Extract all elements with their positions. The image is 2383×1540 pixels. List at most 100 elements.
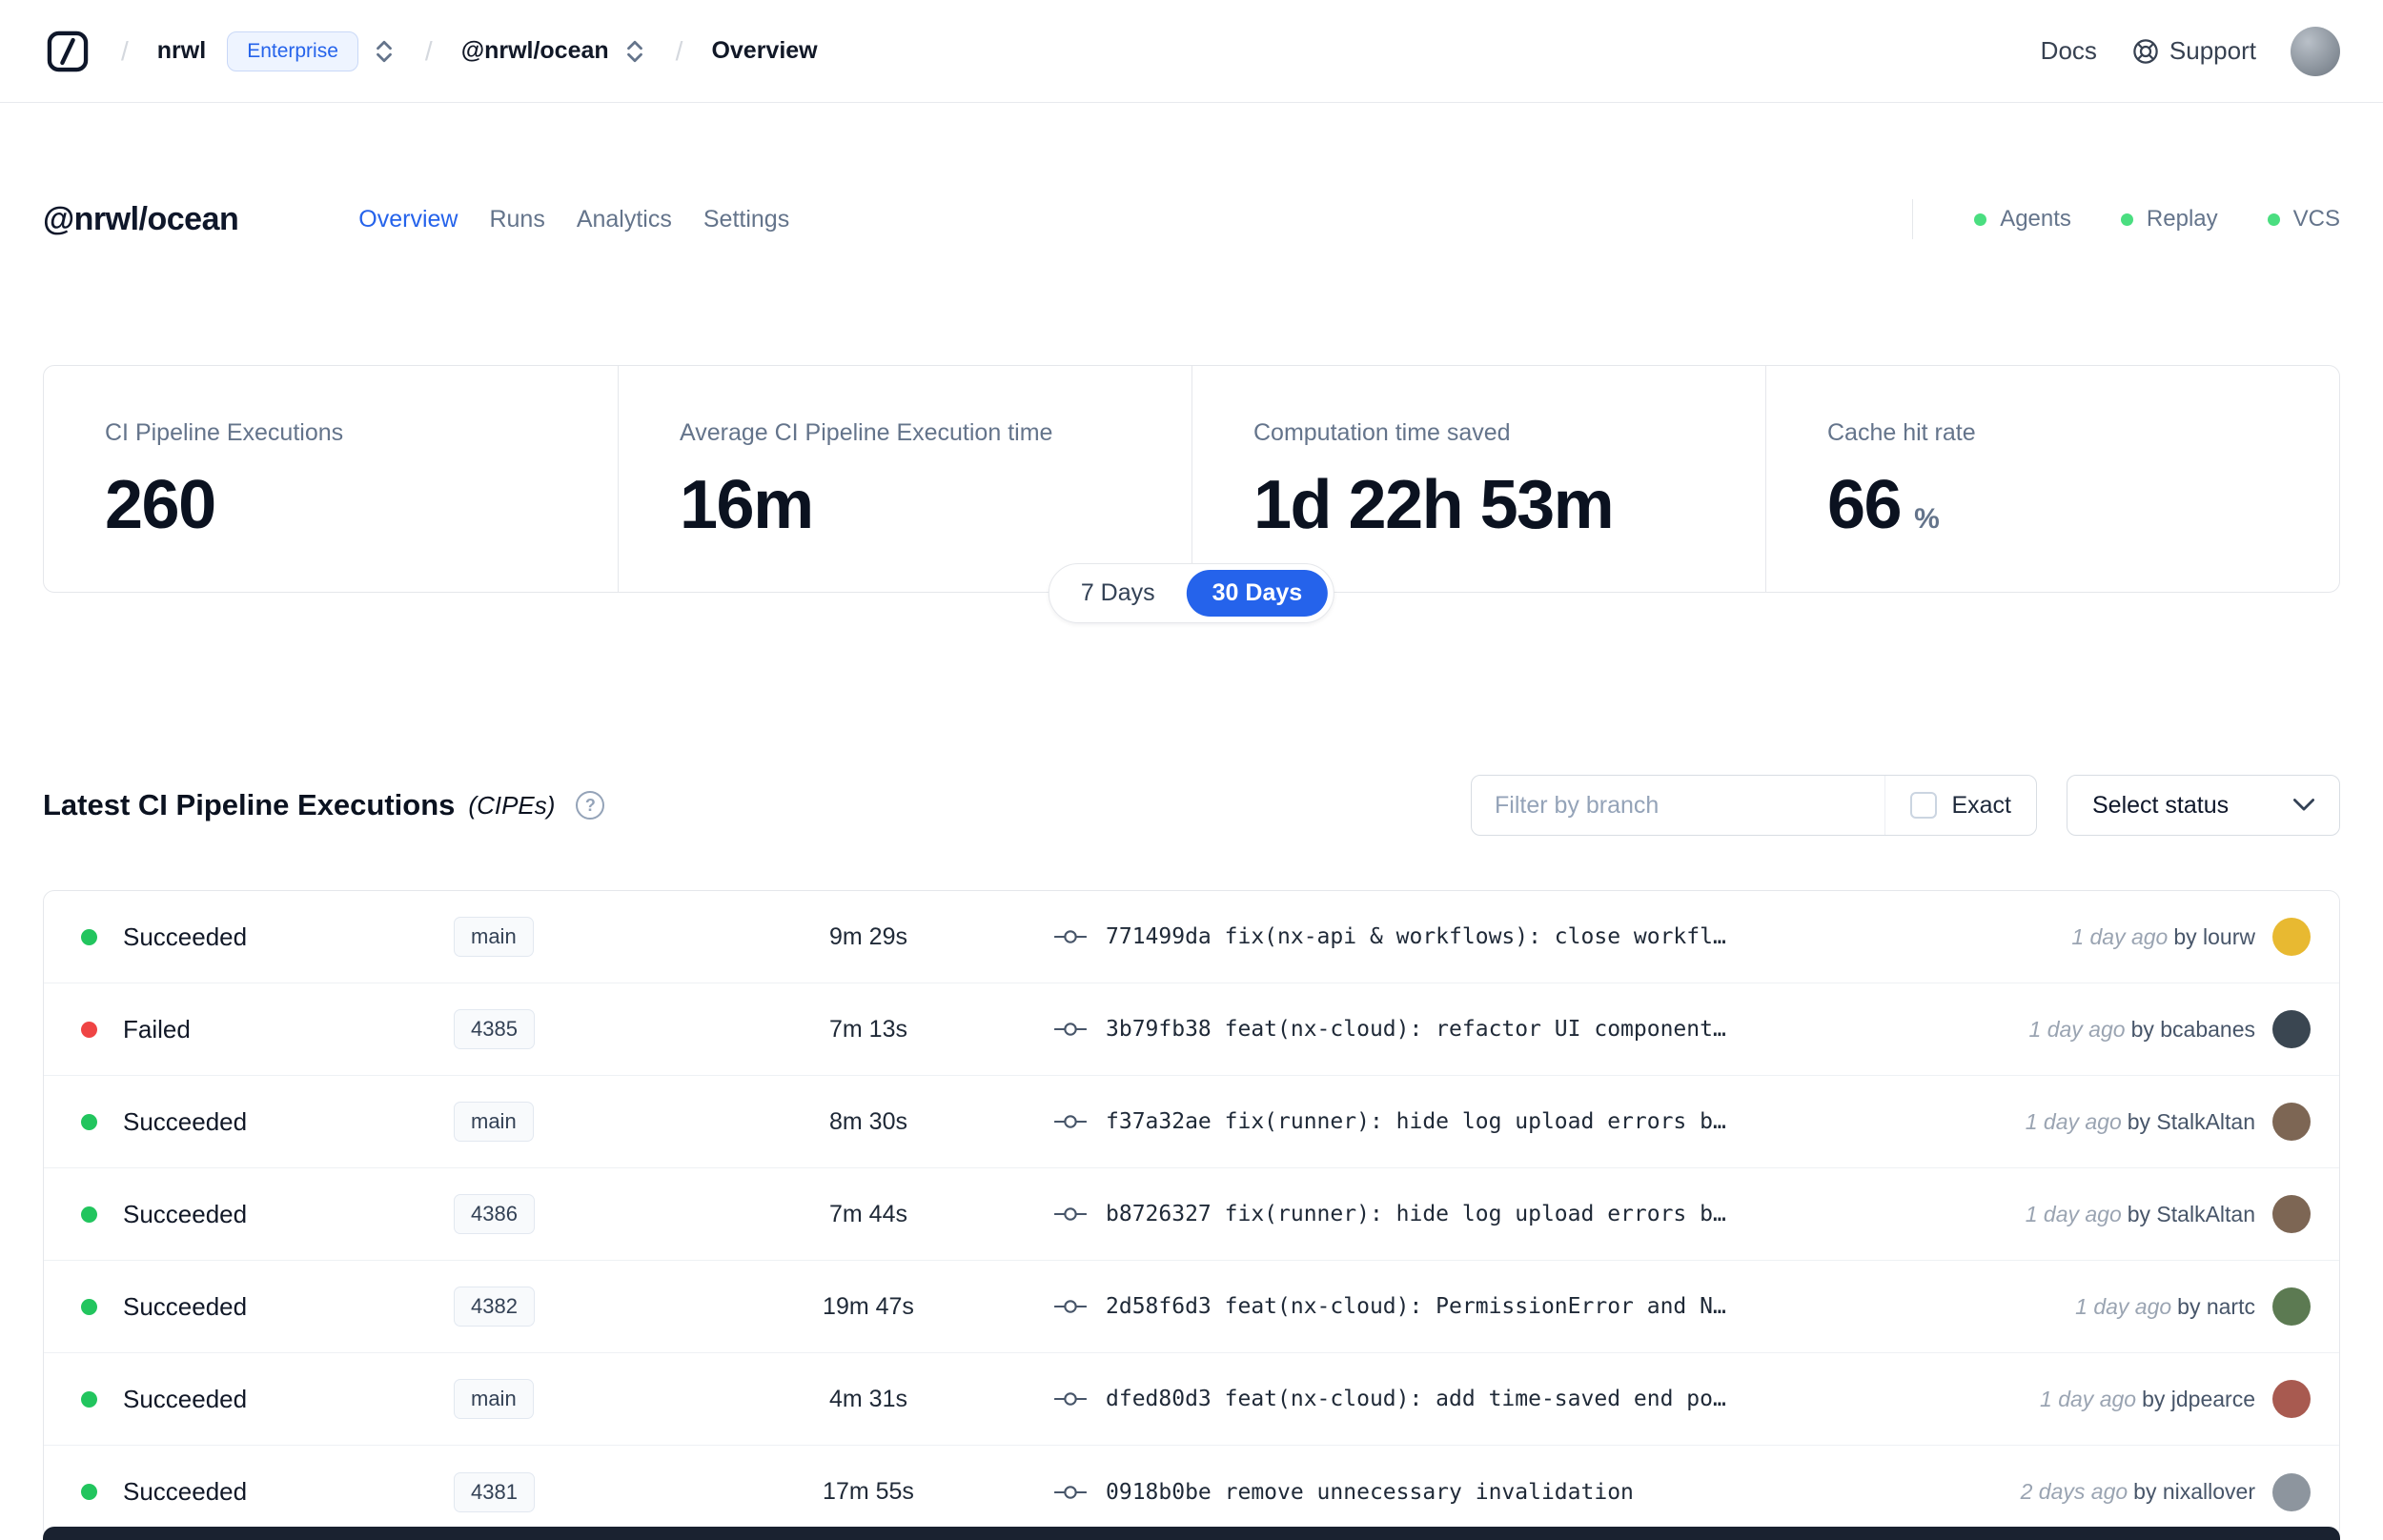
status-dot — [81, 1021, 97, 1038]
branch-cell: 4386 — [454, 1194, 711, 1234]
range-30-days-button[interactable]: 30 Days — [1186, 570, 1329, 617]
indicator-label: Replay — [2146, 206, 2218, 232]
breadcrumb-separator: / — [121, 35, 129, 66]
navbar-actions: Docs Support — [2041, 26, 2340, 76]
git-commit-icon — [1054, 1389, 1087, 1408]
workspace-switcher-chevrons-icon[interactable] — [622, 39, 647, 64]
nx-cloud-logo[interactable] — [43, 27, 92, 76]
duration-cell: 17m 55s — [823, 1478, 914, 1505]
meta-cell: 1 day ago by lourw — [2071, 918, 2311, 956]
branch-badge: 4385 — [454, 1009, 535, 1049]
exact-match-segment: Exact — [1884, 776, 2036, 835]
tab-analytics[interactable]: Analytics — [577, 206, 672, 233]
branch-cell: 4382 — [454, 1287, 711, 1327]
support-link[interactable]: Support — [2131, 36, 2256, 66]
author: by StalkAltan — [2127, 1201, 2255, 1226]
help-icon[interactable]: ? — [576, 791, 605, 820]
branch-badge: main — [454, 1379, 534, 1419]
status-cell: Succeeded — [81, 1292, 454, 1322]
commit-message: 771499da fix(nx-api & workflows): close … — [1106, 924, 1726, 949]
green-status-dot — [2267, 213, 2280, 226]
tab-settings[interactable]: Settings — [703, 206, 789, 233]
author: by nartc — [2177, 1293, 2255, 1319]
branch-badge: 4381 — [454, 1471, 535, 1512]
breadcrumb-workspace[interactable]: @nrwl/ocean — [461, 37, 609, 65]
status-label: Succeeded — [123, 1384, 248, 1413]
relative-time: 2 days ago — [2020, 1479, 2128, 1504]
breadcrumb-org[interactable]: nrwl — [157, 37, 206, 65]
workspace-header: @nrwl/ocean Overview Runs Analytics Sett… — [43, 194, 2340, 244]
cipe-row[interactable]: Succeeded 4381 17m 55s 0918b0be remove u… — [44, 1446, 2339, 1538]
commit-cell: dfed80d3 feat(nx-cloud): add time-saved … — [1054, 1387, 2011, 1411]
stat-label: Computation time saved — [1253, 419, 1511, 446]
stat-value: 66% — [1827, 467, 1940, 543]
stat-label: Average CI Pipeline Execution time — [680, 419, 1053, 446]
select-status-label: Select status — [2092, 791, 2230, 819]
author: by lourw — [2173, 923, 2255, 949]
status-label: Succeeded — [123, 922, 248, 951]
author: by bcabanes — [2130, 1016, 2255, 1042]
branch-badge: 4386 — [454, 1194, 535, 1234]
commit-message: dfed80d3 feat(nx-cloud): add time-saved … — [1106, 1387, 1726, 1411]
commit-message: f37a32ae fix(runner): hide log upload er… — [1106, 1109, 1726, 1134]
status-dot — [81, 1484, 97, 1500]
commit-message: 3b79fb38 feat(nx-cloud): refactor UI com… — [1106, 1017, 1726, 1042]
author-avatar — [2272, 1380, 2311, 1418]
author-avatar — [2272, 1010, 2311, 1048]
breadcrumb-separator: / — [424, 35, 433, 66]
branch-cell: 4385 — [454, 1009, 711, 1049]
tab-overview[interactable]: Overview — [358, 206, 458, 233]
indicator-replay[interactable]: Replay — [2120, 206, 2218, 233]
status-dot — [81, 1206, 97, 1223]
commit-cell: 2d58f6d3 feat(nx-cloud): PermissionError… — [1054, 1294, 2047, 1319]
user-avatar[interactable] — [2291, 26, 2340, 76]
stat-label: Cache hit rate — [1827, 419, 1976, 446]
docs-link[interactable]: Docs — [2041, 36, 2097, 66]
meta-cell: 1 day ago by jdpearce — [2040, 1380, 2311, 1418]
chevron-down-icon — [2293, 799, 2314, 811]
branch-badge: main — [454, 917, 534, 957]
branch-badge: 4382 — [454, 1287, 535, 1327]
status-cell: Failed — [81, 1015, 454, 1044]
branch-cell: main — [454, 1379, 711, 1419]
cipe-table: Succeeded main 9m 29s 771499da fix(nx-ap… — [43, 890, 2340, 1539]
git-commit-icon — [1054, 927, 1087, 946]
percent-suffix: % — [1914, 503, 1940, 535]
duration-cell: 8m 30s — [829, 1107, 907, 1135]
git-commit-icon — [1054, 1483, 1087, 1502]
cipe-row[interactable]: Succeeded 4386 7m 44s b8726327 fix(runne… — [44, 1168, 2339, 1261]
select-status-dropdown[interactable]: Select status — [2067, 775, 2340, 836]
branch-cell: main — [454, 917, 711, 957]
cipe-row[interactable]: Succeeded main 8m 30s f37a32ae fix(runne… — [44, 1076, 2339, 1168]
status-label: Succeeded — [123, 1291, 248, 1321]
org-switcher-chevrons-icon[interactable] — [372, 39, 397, 64]
exact-checkbox[interactable] — [1910, 792, 1938, 819]
workspace-indicators: Agents Replay VCS — [1912, 199, 2340, 239]
status-dot — [81, 1298, 97, 1315]
green-status-dot — [2120, 213, 2133, 226]
tab-runs[interactable]: Runs — [489, 206, 544, 233]
meta-cell: 1 day ago by nartc — [2075, 1287, 2311, 1326]
cipe-row[interactable]: Succeeded main 9m 29s 771499da fix(nx-ap… — [44, 891, 2339, 983]
green-status-dot — [1974, 213, 1987, 226]
indicator-agents[interactable]: Agents — [1974, 206, 2071, 233]
cipe-row[interactable]: Succeeded 4382 19m 47s 2d58f6d3 feat(nx-… — [44, 1261, 2339, 1353]
relative-time: 1 day ago — [2075, 1293, 2172, 1319]
indicator-vcs[interactable]: VCS — [2267, 206, 2340, 233]
cipe-row[interactable]: Succeeded main 4m 31s dfed80d3 feat(nx-c… — [44, 1353, 2339, 1446]
range-7-days-button[interactable]: 7 Days — [1055, 570, 1181, 617]
stat-label: CI Pipeline Executions — [105, 419, 344, 446]
author-avatar — [2272, 918, 2311, 956]
status-cell: Succeeded — [81, 922, 454, 952]
git-commit-icon — [1054, 1112, 1087, 1131]
branch-filter-input[interactable] — [1472, 776, 1885, 835]
cipe-row[interactable]: Failed 4385 7m 13s 3b79fb38 feat(nx-clou… — [44, 983, 2339, 1076]
stat-card-avg-execution-time: Average CI Pipeline Execution time 16m — [618, 366, 1192, 592]
commit-cell: f37a32ae fix(runner): hide log upload er… — [1054, 1109, 1997, 1134]
duration-cell: 19m 47s — [823, 1292, 914, 1320]
meta-cell: 1 day ago by StalkAltan — [2026, 1195, 2311, 1233]
status-dot — [81, 928, 97, 945]
relative-time: 1 day ago — [2040, 1386, 2137, 1411]
author-avatar — [2272, 1195, 2311, 1233]
workspace-title: @nrwl/ocean — [43, 200, 239, 237]
